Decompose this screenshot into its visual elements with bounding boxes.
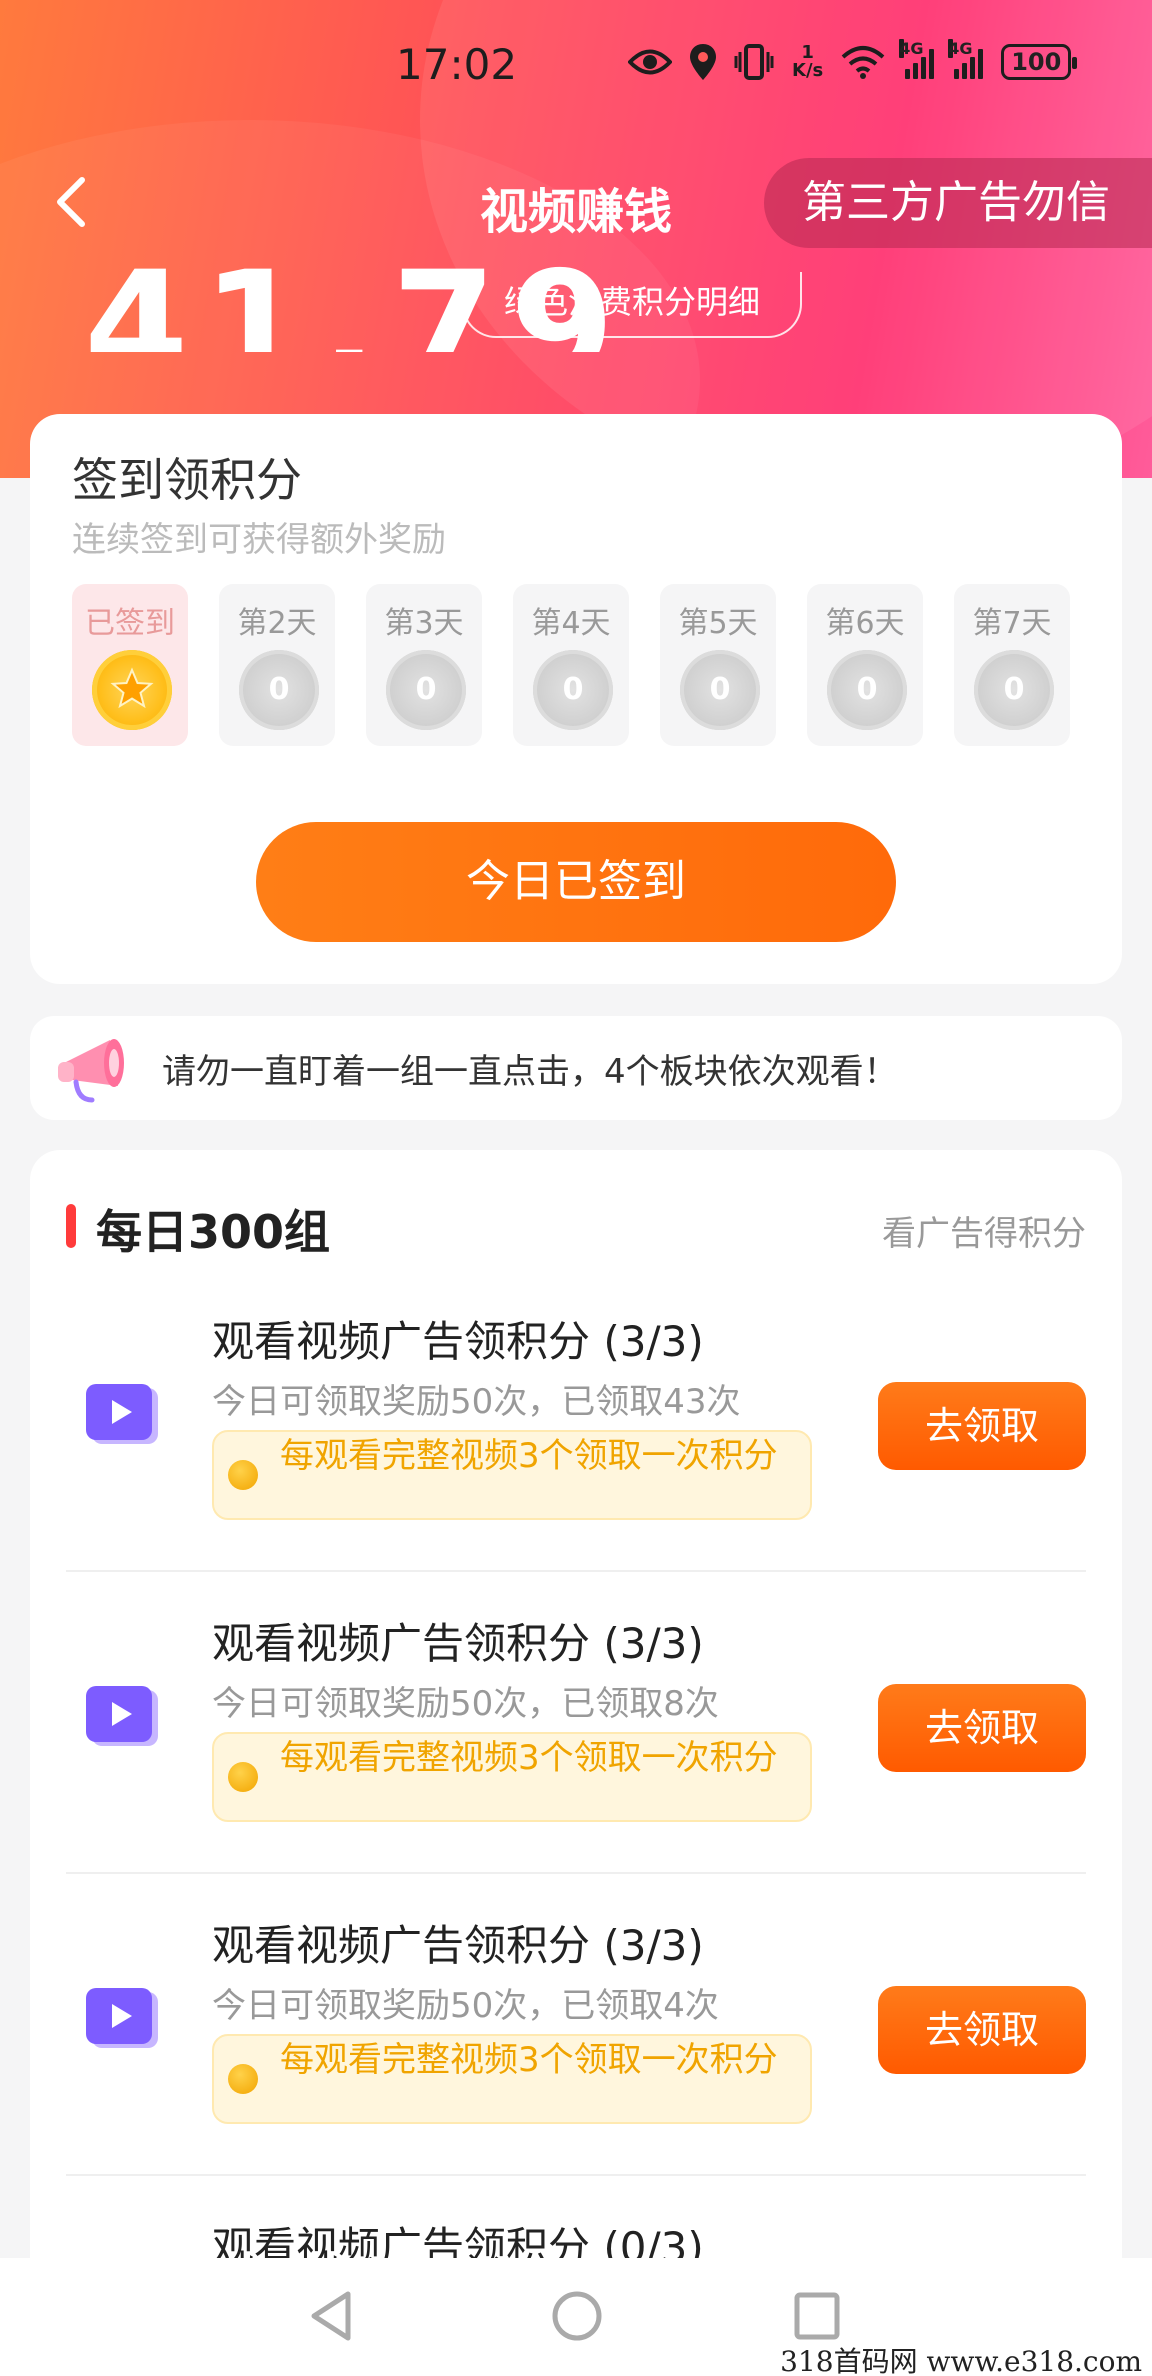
triangle-back-icon: [311, 2291, 351, 2341]
circle-home-icon: [552, 2291, 602, 2341]
task-name: 观看视频广告领积分 (3/3): [212, 1619, 704, 1668]
coin-icon: 0: [827, 650, 907, 730]
signin-day-3: 第3天 0: [366, 584, 482, 746]
sim1-type: 4G: [899, 39, 924, 58]
task-progress: 今日可领取奖励50次，已领取4次: [212, 1986, 719, 2026]
nav-back-button[interactable]: [306, 2288, 356, 2348]
signin-day-5: 第5天 0: [660, 584, 776, 746]
signin-subtitle: 连续签到可获得额外奖励: [72, 520, 446, 560]
network-speed-unit: K/s: [792, 60, 824, 81]
task-name: 观看视频广告领积分 (3/3): [212, 1317, 704, 1366]
day-label: 第5天: [678, 606, 758, 641]
claim-button[interactable]: 去领取: [878, 1382, 1086, 1470]
day-label: 第2天: [237, 606, 317, 641]
tasks-hint: 看广告得积分: [882, 1214, 1086, 1254]
coin-icon: 0: [386, 650, 466, 730]
day-label: 第4天: [531, 606, 611, 641]
coin-icon: 0: [974, 650, 1054, 730]
status-bar: 17:02 1 K/s 4G 4G 100: [0, 0, 1152, 130]
square-recents-icon: [794, 2292, 840, 2340]
sim2-type: 4G: [948, 39, 973, 58]
signin-card: 签到领积分 连续签到可获得额外奖励 已签到 第2天 0 第3天 0 第4天 0 …: [30, 414, 1122, 984]
task-tip: 每观看完整视频3个领取一次积分: [212, 2034, 812, 2124]
task-tip: 每观看完整视频3个领取一次积分: [212, 1430, 812, 1520]
task-tip-text: 每观看完整视频3个领取一次积分: [280, 1738, 778, 1778]
coin-bean-icon: [228, 1762, 258, 1792]
eye-icon: [628, 47, 672, 77]
coin-icon: 0: [239, 650, 319, 730]
megaphone-icon: [52, 1028, 144, 1112]
wifi-icon: [841, 45, 885, 79]
day-label: 第7天: [972, 606, 1052, 641]
points-detail-link[interactable]: 绿色消费积分明细: [462, 272, 802, 338]
signal-icon-sim2: 4G: [948, 39, 984, 79]
signal-icon-sim1: 4G: [899, 39, 935, 79]
coin-icon: 0: [533, 650, 613, 730]
signin-day-7: 第7天 0: [954, 584, 1070, 746]
day-reward: 0: [562, 672, 584, 707]
nav-home-button[interactable]: [550, 2288, 604, 2348]
battery-icon: 100: [1001, 44, 1078, 80]
task-tip-text: 每观看完整视频3个领取一次积分: [280, 1436, 778, 1476]
day-reward: 0: [709, 672, 731, 707]
coin-icon: 0: [680, 650, 760, 730]
watermark: 318首码网 www.e318.com: [780, 2345, 1142, 2376]
claim-button[interactable]: 去领取: [878, 1684, 1086, 1772]
status-icons: 1 K/s 4G 4G 100: [628, 39, 1078, 80]
signin-title: 签到领积分: [72, 453, 302, 507]
task-progress: 今日可领取奖励50次，已领取43次: [212, 1382, 741, 1422]
day-label: 已签到: [85, 606, 175, 641]
section-accent-bar: [66, 1204, 76, 1248]
daily-tasks-card: 每日300组 看广告得积分 观看视频广告领积分 (3/3) 今日可领取奖励50次…: [30, 1150, 1122, 2376]
signin-day-6: 第6天 0: [807, 584, 923, 746]
vibrate-icon: [734, 44, 774, 80]
signin-day-1: 已签到: [72, 584, 188, 746]
day-reward: 0: [415, 672, 437, 707]
day-reward: 0: [268, 672, 290, 707]
network-speed: 1 K/s: [792, 44, 823, 80]
coin-bean-icon: [228, 2064, 258, 2094]
claim-button[interactable]: 去领取: [878, 1986, 1086, 2074]
video-play-icon: [84, 1684, 162, 1748]
signin-days: 已签到 第2天 0 第3天 0 第4天 0 第5天 0 第6天 0 第7天 0: [72, 584, 1070, 746]
video-play-icon: [84, 1382, 162, 1446]
task-name: 观看视频广告领积分 (3/3): [212, 1921, 704, 1970]
task-item: 观看视频广告领积分 (3/3) 今日可领取奖励50次，已领取8次 每观看完整视频…: [66, 1572, 1086, 1874]
ad-warning-badge: 第三方广告勿信: [764, 158, 1152, 248]
day-label: 第6天: [825, 606, 905, 641]
battery-level: 100: [1011, 48, 1062, 76]
task-tip: 每观看完整视频3个领取一次积分: [212, 1732, 812, 1822]
video-play-icon: [84, 1986, 162, 2050]
notice-banner: 请勿一直盯着一组一直点击，4个板块依次观看！: [30, 1016, 1122, 1120]
day-reward: 0: [856, 672, 878, 707]
location-icon: [690, 44, 716, 80]
task-item: 观看视频广告领积分 (3/3) 今日可领取奖励50次，已领取43次 每观看完整视…: [66, 1270, 1086, 1572]
tasks-title: 每日300组: [96, 1205, 331, 1259]
day-label: 第3天: [384, 606, 464, 641]
signin-day-2: 第2天 0: [219, 584, 335, 746]
signin-day-4: 第4天 0: [513, 584, 629, 746]
signed-today-button[interactable]: 今日已签到: [256, 822, 896, 942]
task-item: 观看视频广告领积分 (3/3) 今日可领取奖励50次，已领取4次 每观看完整视频…: [66, 1874, 1086, 2176]
status-time: 17:02: [396, 40, 518, 89]
notice-text: 请勿一直盯着一组一直点击，4个板块依次观看！: [162, 1052, 898, 1092]
task-tip-text: 每观看完整视频3个领取一次积分: [280, 2040, 778, 2080]
nav-recents-button[interactable]: [792, 2288, 842, 2348]
day-reward: 0: [1003, 672, 1025, 707]
task-progress: 今日可领取奖励50次，已领取8次: [212, 1684, 719, 1724]
coin-bean-icon: [228, 1460, 258, 1490]
star-coin-icon: [92, 650, 172, 730]
